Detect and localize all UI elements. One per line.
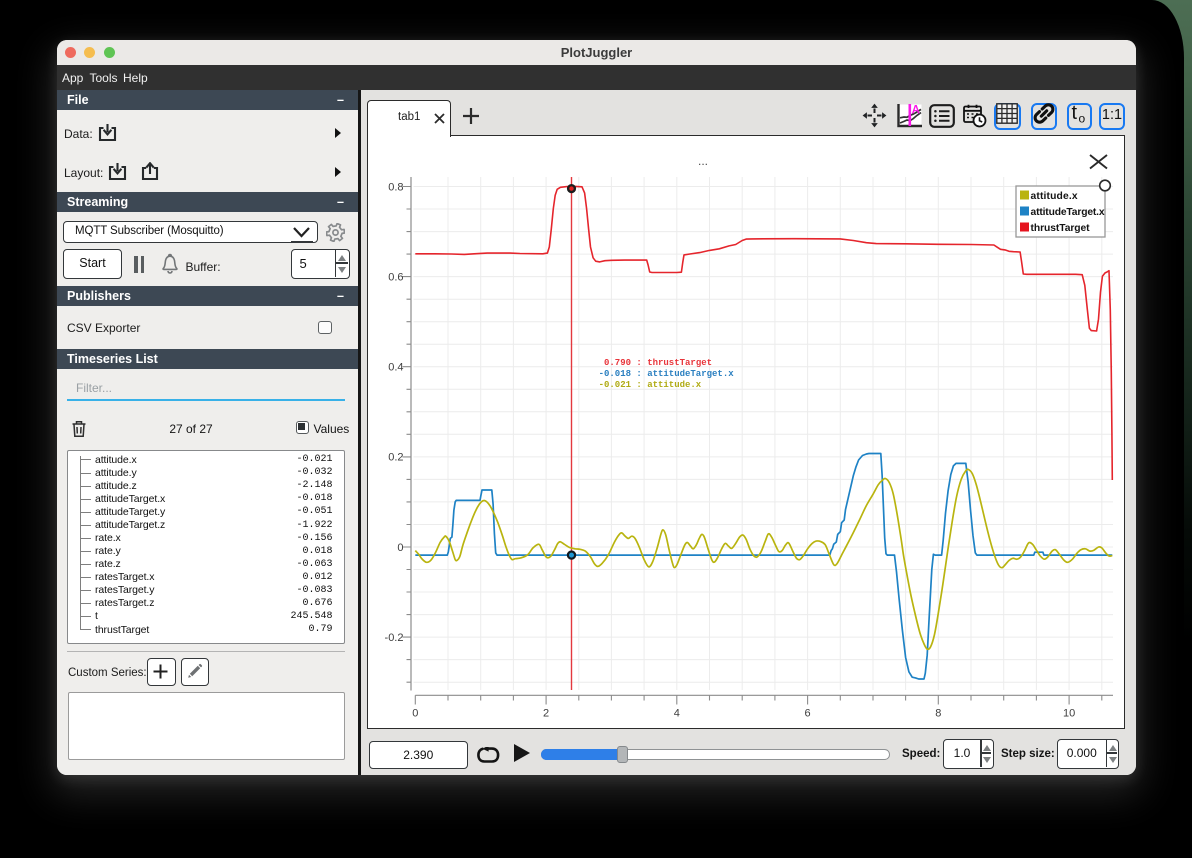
svg-text:1:1: 1:1 [1102,107,1122,123]
svg-text:0.8: 0.8 [388,181,403,193]
svg-text:t: t [1072,102,1078,124]
svg-text:o: o [1079,112,1086,126]
svg-text:6: 6 [805,708,811,720]
svg-text:4: 4 [674,708,680,720]
svg-text:thrustTarget: thrustTarget [1031,223,1091,234]
svg-text:-0.021 : attitude.x: -0.021 : attitude.x [599,380,702,390]
svg-text:0.790 : thrustTarget: 0.790 : thrustTarget [604,358,712,368]
svg-text:0.6: 0.6 [388,272,403,284]
svg-text:attitude.x: attitude.x [1031,191,1078,202]
svg-text:8: 8 [935,708,941,720]
svg-text:0.2: 0.2 [388,452,403,464]
svg-text:0: 0 [412,708,418,720]
svg-text:...: ... [698,154,708,168]
svg-text:attitudeTarget.x: attitudeTarget.x [1031,207,1105,218]
svg-text:-0.2: -0.2 [385,632,404,644]
svg-text:2: 2 [543,708,549,720]
svg-text:10: 10 [1063,708,1075,720]
svg-text:A: A [911,105,919,117]
svg-text:0.4: 0.4 [388,362,403,374]
svg-text:-0.018 : attitudeTarget.x: -0.018 : attitudeTarget.x [599,369,735,379]
svg-text:0: 0 [397,542,403,554]
